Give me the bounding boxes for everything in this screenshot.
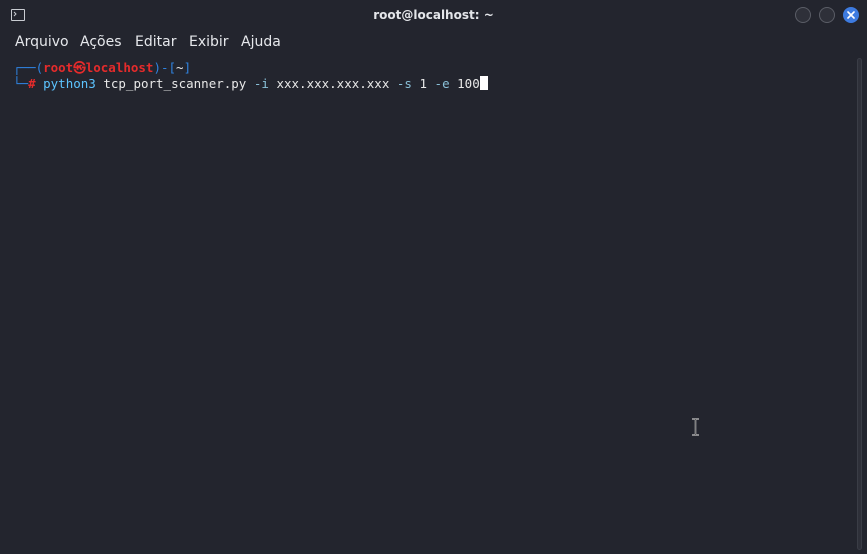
menu-bar: Arquivo Ações Editar Exibir Ajuda xyxy=(0,30,867,56)
title-bar[interactable]: root@localhost: ~ xyxy=(0,0,867,30)
command-flag-i: -i xyxy=(253,76,269,91)
prompt-frame-end: ] xyxy=(183,60,192,75)
menu-arquivo[interactable]: Arquivo xyxy=(15,34,69,50)
command-start: 1 xyxy=(419,76,428,91)
prompt-symbol: # xyxy=(28,76,36,91)
minimize-button[interactable] xyxy=(795,7,811,23)
text-cursor xyxy=(479,76,488,90)
command-flag-s: -s xyxy=(396,76,412,91)
command-flag-e: -e xyxy=(434,76,450,91)
menu-acoes[interactable]: Ações xyxy=(80,34,122,50)
maximize-button[interactable] xyxy=(819,7,835,23)
terminal-window: root@localhost: ~ Arquivo Ações Editar E… xyxy=(0,0,867,554)
menu-ajuda[interactable]: Ajuda xyxy=(241,34,281,50)
prompt-frame-bottom: └─ xyxy=(13,76,29,91)
vertical-scrollbar[interactable] xyxy=(852,56,867,554)
prompt-line: ┌──(root㉿localhost)-[~] xyxy=(13,60,191,76)
terminal-output[interactable]: ┌──(root㉿localhost)-[~] └─# python3 tcp_… xyxy=(0,56,852,554)
command-line[interactable]: └─# python3 tcp_port_scanner.py -i xxx.x… xyxy=(13,76,488,92)
menu-exibir[interactable]: Exibir xyxy=(189,34,229,50)
scrollbar-thumb[interactable] xyxy=(857,58,862,550)
command-ip: xxx.xxx.xxx.xxx xyxy=(276,76,390,91)
close-icon xyxy=(847,11,855,19)
close-button[interactable] xyxy=(843,7,859,23)
command-script: tcp_port_scanner.py xyxy=(103,76,247,91)
prompt-frame-top: ┌──( xyxy=(13,60,44,75)
window-title: root@localhost: ~ xyxy=(373,8,494,22)
command-program: python3 xyxy=(43,76,96,91)
prompt-cwd: ~ xyxy=(176,60,184,75)
menu-editar[interactable]: Editar xyxy=(135,34,176,50)
command-end: 100 xyxy=(457,76,480,91)
prompt-user-host: root㉿localhost xyxy=(43,60,154,75)
mouse-ibeam-icon xyxy=(692,418,699,436)
prompt-frame-mid: )-[ xyxy=(153,60,177,75)
